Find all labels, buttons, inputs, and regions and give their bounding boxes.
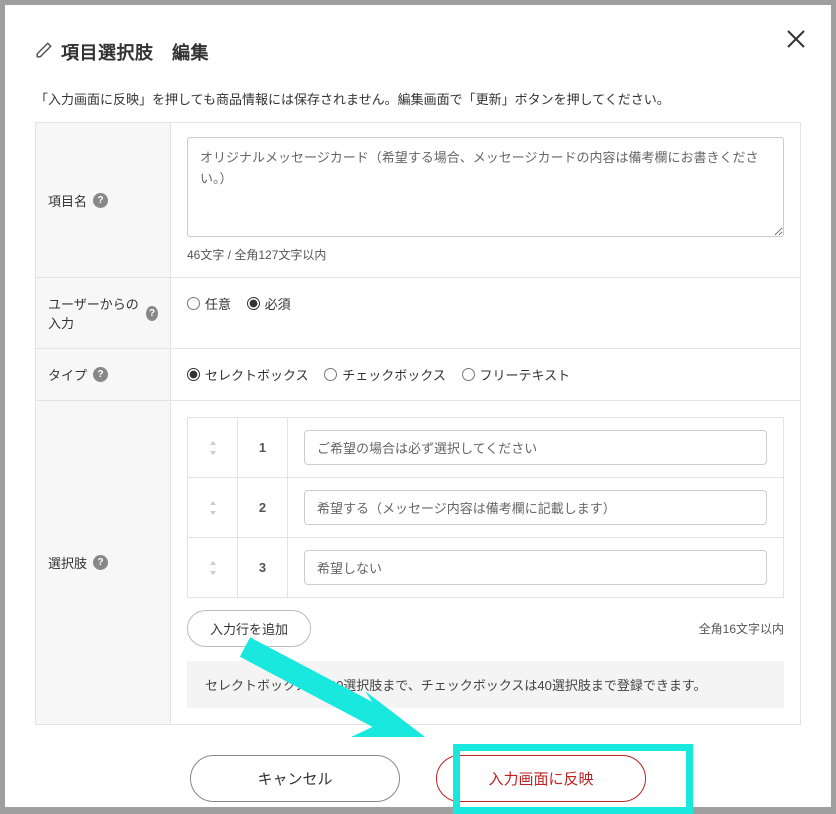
modal-footer: キャンセル 入力画面に反映 [35, 755, 801, 802]
close-icon[interactable] [787, 29, 805, 53]
choices-hint: セレクトボックスは100選択肢まで、チェックボックスは40選択肢まで登録できます… [187, 661, 784, 708]
option-number: 1 [238, 418, 288, 477]
option-row: 2 [188, 478, 783, 538]
radio-checkbox[interactable]: チェックボックス [324, 365, 446, 384]
drag-handle-icon[interactable] [188, 538, 238, 597]
char-counter: 46文字 / 全角127文字以内 [187, 246, 784, 263]
drag-handle-icon[interactable] [188, 478, 238, 537]
option-input[interactable] [304, 430, 767, 465]
option-row: 1 [188, 418, 783, 478]
pencil-icon [35, 41, 53, 64]
edit-choices-modal: 項目選択肢 編集 「入力画面に反映」を押しても商品情報には保存されません。編集画… [5, 5, 831, 807]
item-name-textarea[interactable] [187, 137, 784, 237]
option-number: 3 [238, 538, 288, 597]
modal-header: 項目選択肢 編集 [35, 39, 801, 65]
label-choices: 選択肢 ? [36, 401, 171, 724]
drag-handle-icon[interactable] [188, 418, 238, 477]
option-input[interactable] [304, 550, 767, 585]
radio-selectbox[interactable]: セレクトボックス [187, 365, 309, 384]
radio-optional[interactable]: 任意 [187, 294, 231, 313]
help-icon[interactable]: ? [93, 193, 108, 208]
notice-text: 「入力画面に反映」を押しても商品情報には保存されません。編集画面で「更新」ボタン… [35, 89, 801, 108]
help-icon[interactable]: ? [93, 555, 108, 570]
cancel-button[interactable]: キャンセル [190, 755, 400, 802]
option-input[interactable] [304, 490, 767, 525]
options-table: 1 2 3 [187, 417, 784, 598]
option-row: 3 [188, 538, 783, 597]
radio-required[interactable]: 必須 [247, 294, 291, 313]
label-item-name: 項目名 ? [36, 123, 171, 277]
apply-button[interactable]: 入力画面に反映 [436, 755, 646, 802]
add-row-button[interactable]: 入力行を追加 [187, 610, 311, 647]
form-table: 項目名 ? 46文字 / 全角127文字以内 ユーザーからの入力 ? 任意 必須… [35, 122, 801, 725]
radio-freetext[interactable]: フリーテキスト [462, 365, 571, 384]
option-number: 2 [238, 478, 288, 537]
help-icon[interactable]: ? [93, 367, 108, 382]
help-icon[interactable]: ? [146, 306, 158, 321]
label-type: タイプ ? [36, 349, 171, 400]
modal-title: 項目選択肢 編集 [61, 39, 209, 65]
char-limit-text: 全角16文字以内 [699, 620, 784, 637]
label-user-input: ユーザーからの入力 ? [36, 278, 171, 348]
